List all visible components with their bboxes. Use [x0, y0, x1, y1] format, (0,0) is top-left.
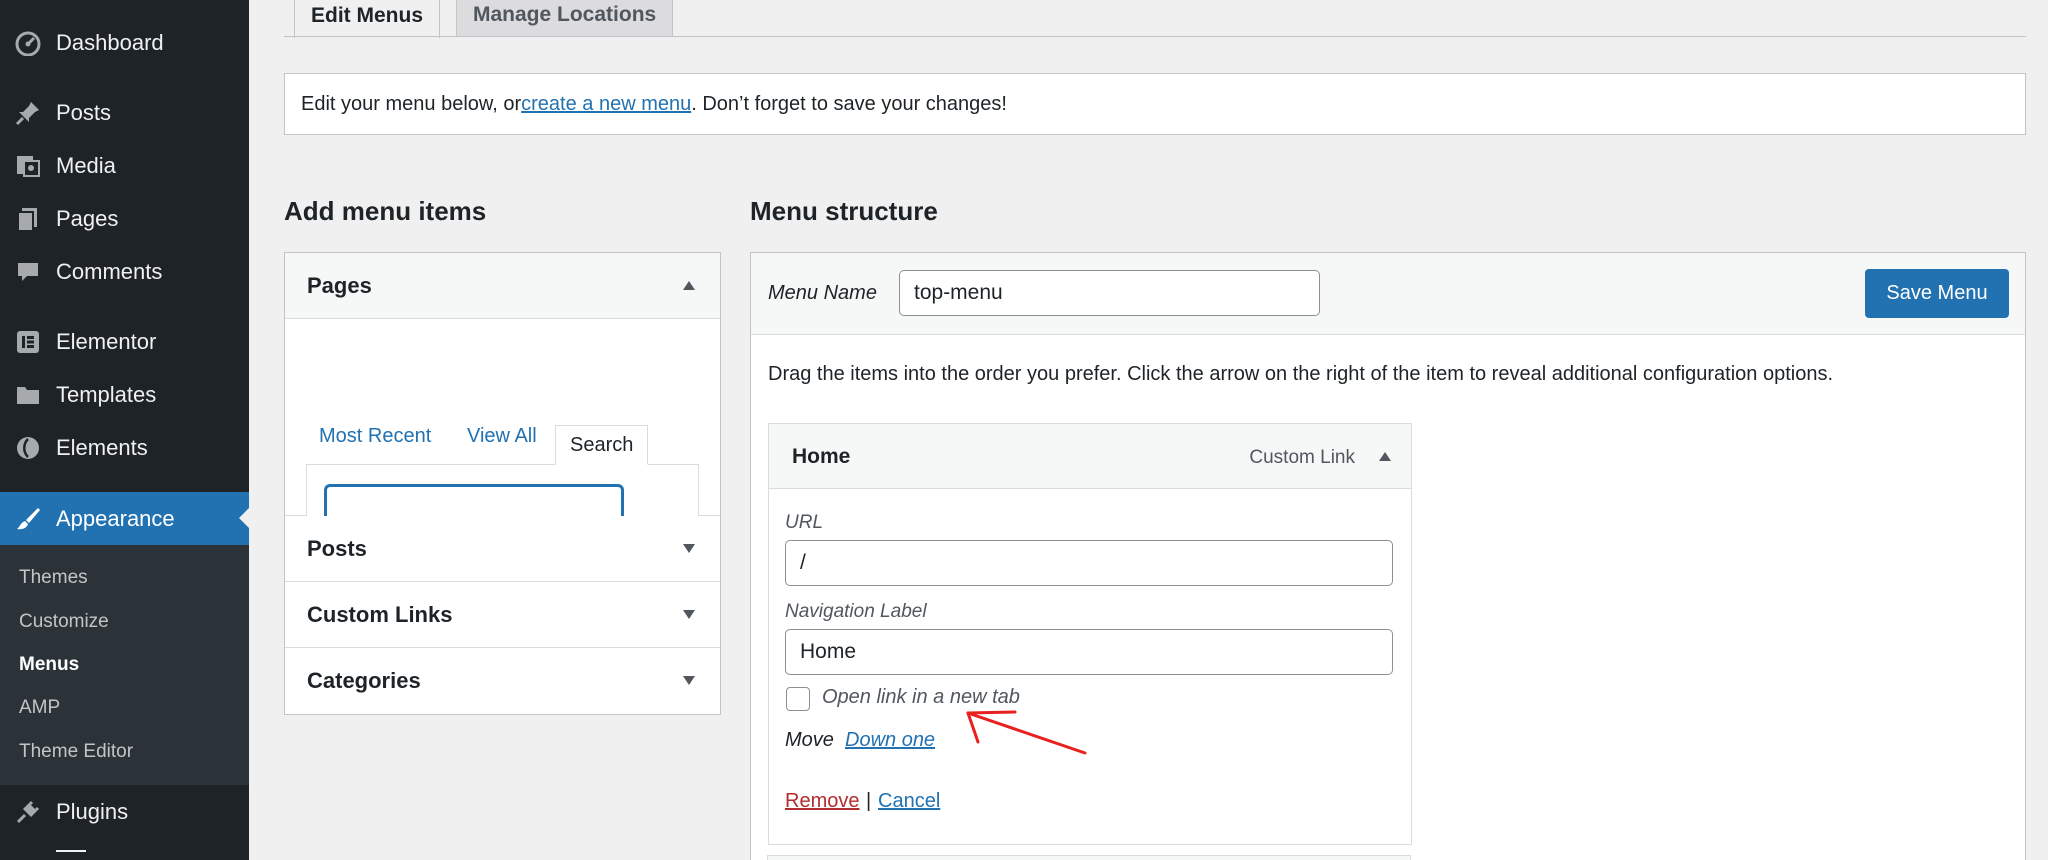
menu-item-header[interactable]: Home Custom Link	[769, 424, 1411, 489]
section-title: Pages	[307, 272, 372, 298]
url-input[interactable]: /	[785, 540, 1393, 586]
comment-icon	[14, 258, 42, 286]
sidebar-item-plugins[interactable]: Plugins	[0, 786, 249, 838]
section-title: Custom Links	[307, 601, 453, 627]
section-custom-links-header[interactable]: Custom Links	[285, 582, 720, 648]
sidebar-item-pages[interactable]: Pages	[0, 193, 249, 245]
menu-name-input[interactable]: top-menu	[899, 270, 1320, 316]
submenu-item-customize[interactable]: Customize	[19, 611, 109, 633]
menu-item-home: Home Custom Link URL / Navigation Label …	[768, 423, 1412, 845]
menu-name-label: Menu Name	[768, 282, 877, 304]
save-menu-button[interactable]: Save Menu	[1865, 269, 2009, 318]
section-title: Categories	[307, 668, 421, 693]
next-menu-item-edge	[767, 855, 1411, 860]
sidebar-item-comments[interactable]: Comments	[0, 246, 249, 298]
sidebar-item-label: Pages	[56, 206, 119, 231]
expand-arrow-icon[interactable]	[683, 610, 695, 619]
section-title: Posts	[307, 535, 367, 561]
menu-name-bar: Menu Name top-menu Save Menu	[751, 253, 2025, 335]
notice-text-after: . Don’t forget to save your changes!	[691, 92, 1007, 115]
expand-arrow-icon[interactable]	[683, 544, 695, 553]
sidebar-item-partial	[56, 850, 86, 860]
sidebar-item-media[interactable]: Media	[0, 140, 249, 192]
sidebar-item-elements[interactable]: Elements	[0, 422, 249, 474]
menu-item-title: Home	[792, 445, 851, 468]
submenu-item-theme-editor[interactable]: Theme Editor	[19, 741, 133, 763]
annotation-arrow-icon	[966, 710, 1087, 755]
move-down-one-link[interactable]: Down one	[845, 729, 935, 752]
sidebar-item-appearance[interactable]: Appearance	[0, 492, 249, 545]
tab-edit-menus[interactable]: Edit Menus	[294, 0, 441, 38]
sidebar-item-label: Appearance	[56, 505, 175, 531]
folder-icon	[14, 381, 42, 409]
sidebar-item-label: Comments	[56, 259, 163, 284]
link-separator: |	[866, 790, 872, 812]
open-new-tab-checkbox[interactable]	[786, 687, 810, 711]
submenu-item-themes[interactable]: Themes	[19, 567, 88, 589]
tab-search[interactable]: Search	[555, 425, 649, 465]
brush-icon	[14, 505, 42, 533]
sidebar-item-label: Plugins	[56, 799, 129, 824]
remove-link[interactable]: Remove	[785, 790, 859, 813]
expand-arrow-icon[interactable]	[683, 676, 695, 685]
elements-icon	[14, 434, 42, 462]
section-pages-header[interactable]: Pages	[285, 253, 720, 319]
move-label: Move	[785, 729, 834, 751]
navigation-label-input[interactable]: Home	[785, 629, 1393, 675]
tab-divider	[284, 36, 2026, 37]
appearance-submenu: Themes Customize Menus AMP Theme Editor	[0, 545, 249, 785]
pages-icon	[14, 205, 42, 233]
create-new-menu-link[interactable]: create a new menu	[521, 93, 691, 116]
cancel-link[interactable]: Cancel	[878, 790, 940, 813]
pages-section-body: Most Recent View All Search	[285, 319, 720, 554]
menu-structure-heading: Menu structure	[750, 196, 938, 226]
tab-view-all[interactable]: View All	[467, 425, 537, 448]
admin-sidebar: Dashboard Posts Media Pages Comments Ele…	[0, 0, 249, 860]
sidebar-item-label: Elements	[56, 435, 148, 460]
url-label: URL	[785, 512, 824, 533]
add-menu-items-heading: Add menu items	[284, 196, 487, 226]
sidebar-item-label: Media	[56, 153, 116, 178]
elementor-icon	[14, 328, 42, 356]
media-icon	[14, 152, 42, 180]
sidebar-item-label: Dashboard	[56, 30, 164, 55]
section-categories-header[interactable]: Categories	[285, 648, 720, 714]
dashboard-icon	[14, 29, 42, 57]
add-items-accordion: Pages Most Recent View All Search Posts …	[284, 252, 721, 715]
pin-icon	[14, 99, 42, 127]
sidebar-item-posts[interactable]: Posts	[0, 87, 249, 139]
notice-text-before: Edit your menu below, or	[301, 92, 522, 115]
collapse-arrow-icon[interactable]	[683, 281, 695, 290]
tab-manage-locations[interactable]: Manage Locations	[456, 0, 674, 37]
sidebar-item-templates[interactable]: Templates	[0, 369, 249, 421]
sidebar-item-label: Elementor	[56, 329, 157, 354]
tab-most-recent[interactable]: Most Recent	[319, 425, 431, 448]
collapse-arrow-icon[interactable]	[1379, 452, 1391, 461]
sidebar-item-dashboard[interactable]: Dashboard	[0, 17, 249, 69]
sidebar-item-label: Posts	[56, 100, 112, 125]
sidebar-item-elementor[interactable]: Elementor	[0, 316, 249, 368]
drag-instructions: Drag the items into the order you prefer…	[768, 363, 1834, 385]
submenu-item-amp[interactable]: AMP	[19, 697, 60, 719]
plug-icon	[14, 798, 42, 826]
sidebar-item-label: Templates	[56, 382, 157, 407]
navigation-label-label: Navigation Label	[785, 601, 927, 622]
notice-box: Edit your menu below, or create a new me…	[284, 73, 2026, 135]
menu-structure-panel: Menu Name top-menu Save Menu Drag the it…	[750, 252, 2026, 860]
submenu-item-menus[interactable]: Menus	[19, 654, 79, 676]
section-posts-header[interactable]: Posts	[285, 516, 720, 582]
menu-item-type: Custom Link	[1249, 447, 1355, 468]
